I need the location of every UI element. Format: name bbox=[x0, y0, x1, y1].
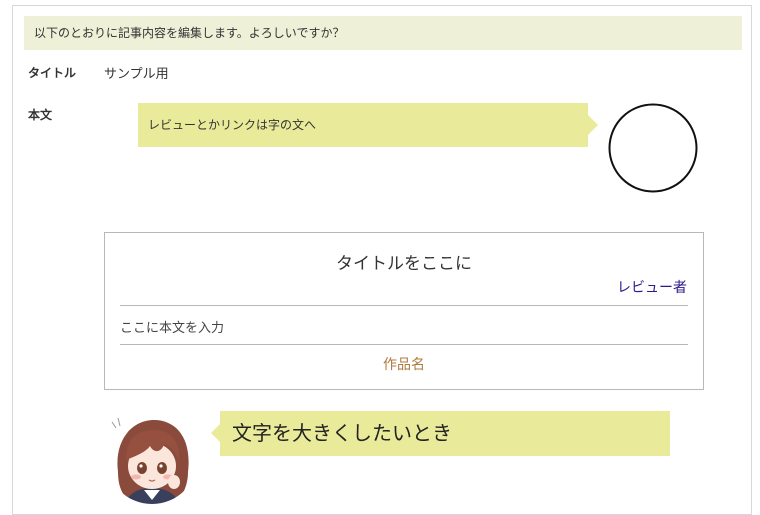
work-name: 作品名 bbox=[383, 357, 425, 373]
confirm-message: 以下のとおりに記事内容を編集します。よろしいですか？ bbox=[24, 16, 742, 50]
body-label: 本文 bbox=[28, 108, 53, 122]
review-title: タイトルをここに bbox=[336, 254, 472, 274]
title-value: サンプル用 bbox=[104, 67, 169, 82]
review-box: タイトルをここに レビュー者 ここに本文を入力 作品名 bbox=[104, 232, 704, 390]
crescent-moon-icon bbox=[608, 103, 698, 193]
reviewer-name: レビュー者 bbox=[617, 280, 687, 296]
speech-bubble-small: レビューとかリンクは字の文へ bbox=[138, 103, 598, 147]
review-divider-top bbox=[120, 305, 688, 306]
speech-bubble-large: 文字を大きくしたいとき bbox=[211, 411, 670, 456]
review-body: ここに本文を入力 bbox=[120, 321, 225, 336]
title-label: タイトル bbox=[28, 66, 77, 80]
review-divider-bottom bbox=[120, 344, 688, 345]
anime-girl-avatar bbox=[106, 412, 198, 504]
